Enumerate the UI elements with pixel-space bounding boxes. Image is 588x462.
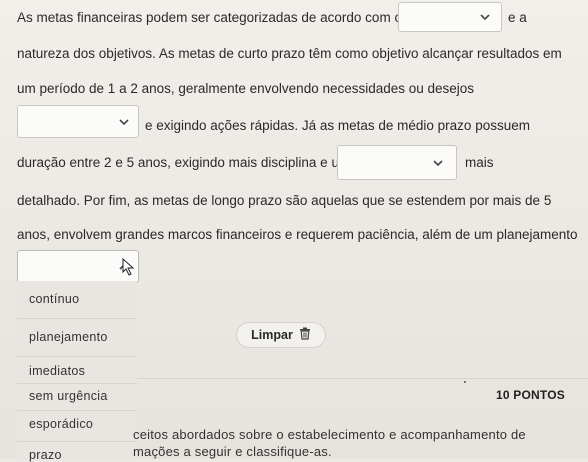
trash-icon	[299, 327, 311, 343]
points-badge: 10 PONTOS	[496, 388, 565, 402]
clear-button[interactable]: Limpar	[236, 322, 326, 348]
dropdown-option[interactable]: contínuo	[29, 292, 79, 306]
question-divider	[137, 378, 588, 379]
dropdown-option[interactable]: sem urgência	[29, 389, 108, 403]
dropdown-option[interactable]: prazo	[29, 448, 62, 462]
dropdown-option[interactable]: planejamento	[29, 330, 108, 344]
dropdown-option[interactable]: imediatos	[29, 364, 85, 378]
blank-select-3[interactable]	[337, 145, 457, 180]
quiz-page: As metas financeiras podem ser categoriz…	[0, 0, 588, 462]
dropdown-options-list: contínuo planejamento imediatos sem urgê…	[17, 281, 137, 462]
next-question-text-line-2: mações a seguir e classifique-as.	[133, 444, 332, 459]
chevron-down-icon	[118, 117, 130, 127]
question-text-line-4-tail: e exigindo ações rápidas. Já as metas de…	[145, 118, 530, 133]
dropdown-option[interactable]: esporádico	[29, 417, 93, 431]
question-text-line-5-tail: mais	[465, 155, 494, 170]
decorative-dot	[464, 381, 466, 383]
option-divider	[17, 441, 137, 442]
option-divider	[17, 410, 137, 411]
question-text-line-2: natureza dos objetivos. As metas de curt…	[17, 46, 562, 61]
mouse-pointer-icon	[122, 257, 136, 281]
question-text-line-3: um período de 1 a 2 anos, geralmente env…	[17, 81, 475, 96]
option-divider	[17, 356, 137, 357]
option-divider	[17, 383, 137, 384]
question-text-line-7: anos, envolvem grandes marcos financeiro…	[17, 227, 578, 242]
chevron-down-icon	[432, 158, 444, 168]
question-text-line-6: detalhado. Por fim, as metas de longo pr…	[17, 193, 552, 208]
question-text-line-1-tail: e a	[508, 10, 527, 25]
question-text-line-5: duração entre 2 e 5 anos, exigindo mais …	[17, 155, 351, 170]
blank-select-1[interactable]	[398, 2, 502, 32]
next-question-text-line-1: ceitos abordados sobre o estabelecimento…	[133, 427, 526, 442]
chevron-down-icon	[479, 12, 491, 22]
blank-select-2[interactable]	[17, 105, 139, 138]
question-text-line-1: As metas financeiras podem ser categoriz…	[17, 10, 402, 25]
clear-button-label: Limpar	[251, 328, 293, 342]
blank-select-4[interactable]	[17, 250, 139, 283]
option-divider	[17, 318, 137, 319]
